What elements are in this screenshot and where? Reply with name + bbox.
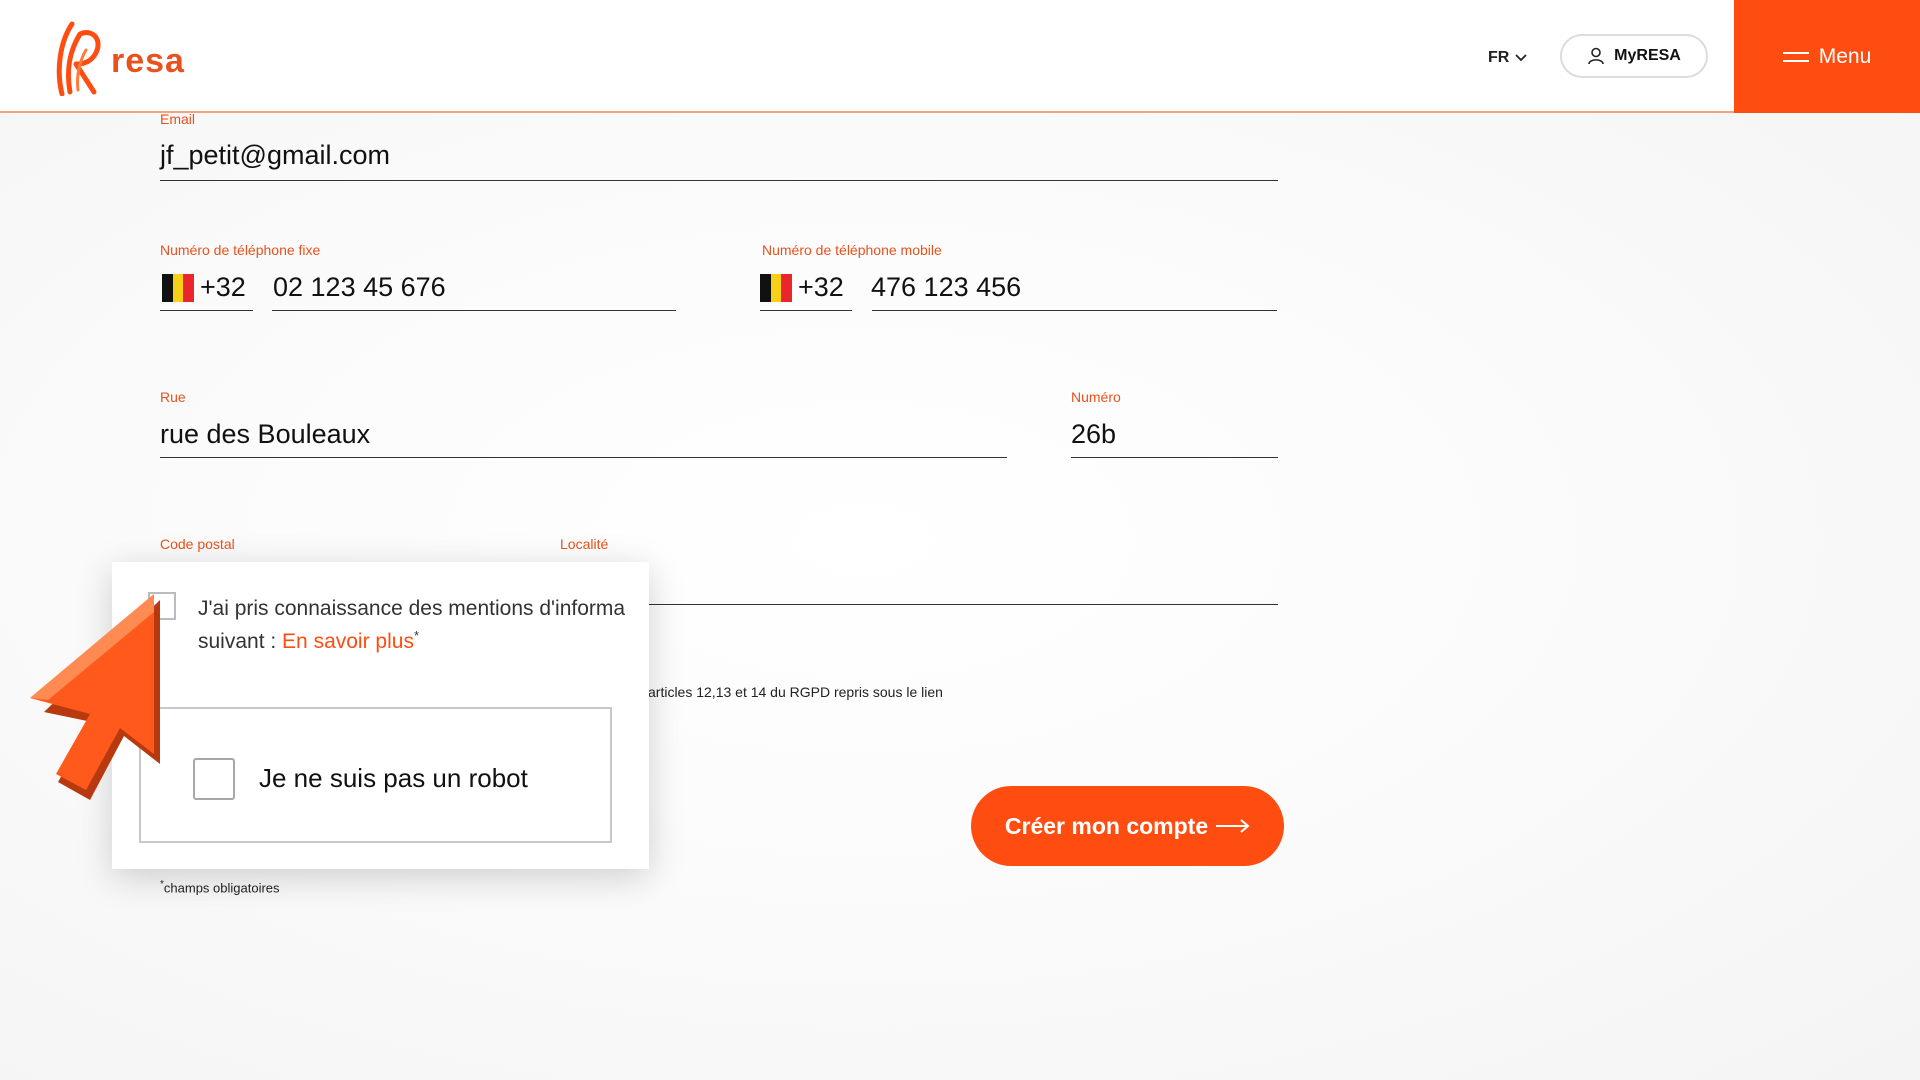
email-field[interactable]: jf_petit@gmail.com bbox=[160, 140, 390, 171]
street-field[interactable]: rue des Bouleaux bbox=[160, 419, 370, 450]
country-code-underline bbox=[760, 310, 852, 311]
consent-text: J'ai pris connaissance des mentions d'in… bbox=[198, 597, 626, 653]
menu-button[interactable]: Menu bbox=[1734, 0, 1920, 113]
create-account-button[interactable]: Créer mon compte bbox=[971, 786, 1284, 866]
language-selector[interactable]: FR bbox=[1488, 49, 1527, 67]
myresa-button[interactable]: MyRESA bbox=[1560, 34, 1708, 78]
locality-label: Localité bbox=[560, 536, 609, 552]
site-header: resa FR MyRESA Menu bbox=[0, 0, 1920, 113]
rgpd-text: articles 12,13 et 14 du RGPD repris sous… bbox=[648, 684, 943, 700]
street-underline bbox=[160, 457, 1007, 458]
required-fields-note: *champs obligatoires bbox=[160, 879, 280, 896]
chevron-down-icon bbox=[1515, 54, 1527, 62]
menu-label: Menu bbox=[1818, 44, 1872, 68]
email-underline bbox=[160, 180, 1278, 181]
phone-fixed-label: Numéro de téléphone fixe bbox=[160, 242, 321, 258]
captcha-checkbox[interactable] bbox=[193, 758, 235, 800]
postal-code-label: Code postal bbox=[160, 536, 235, 552]
phone-mobile-field[interactable]: 476 123 456 bbox=[871, 272, 1021, 303]
captcha-label: Je ne suis pas un robot bbox=[259, 763, 528, 793]
phone-mobile-underline bbox=[872, 310, 1277, 311]
phone-fixed-country-code: +32 bbox=[200, 272, 246, 302]
locality-field[interactable] bbox=[648, 604, 1278, 605]
hamburger-icon bbox=[1782, 51, 1809, 62]
myresa-label: MyRESA bbox=[1614, 47, 1681, 64]
belgium-flag-icon bbox=[162, 274, 195, 302]
phone-mobile-country-code: +32 bbox=[798, 272, 844, 302]
language-label: FR bbox=[1488, 49, 1510, 66]
number-label: Numéro bbox=[1071, 389, 1121, 405]
phone-mobile-label: Numéro de téléphone mobile bbox=[762, 242, 942, 258]
logo-text: resa bbox=[111, 42, 185, 80]
user-icon bbox=[1588, 47, 1604, 65]
belgium-flag-icon bbox=[760, 274, 793, 302]
mouse-cursor-icon bbox=[30, 594, 160, 800]
street-label: Rue bbox=[160, 389, 186, 405]
number-underline bbox=[1071, 457, 1278, 458]
create-account-label: Créer mon compte bbox=[1004, 812, 1209, 839]
captcha-widget: Je ne suis pas un robot bbox=[139, 707, 612, 843]
country-code-underline bbox=[160, 310, 253, 311]
number-field[interactable]: 26b bbox=[1071, 419, 1116, 450]
phone-fixed-field[interactable]: 02 123 45 676 bbox=[273, 272, 446, 303]
phone-fixed-underline bbox=[272, 310, 676, 311]
arrow-right-icon bbox=[1216, 819, 1250, 833]
learn-more-link[interactable]: En savoir plus bbox=[282, 630, 414, 653]
email-label: Email bbox=[160, 111, 196, 127]
zoom-overlay: J'ai pris connaissance des mentions d'in… bbox=[112, 562, 649, 869]
